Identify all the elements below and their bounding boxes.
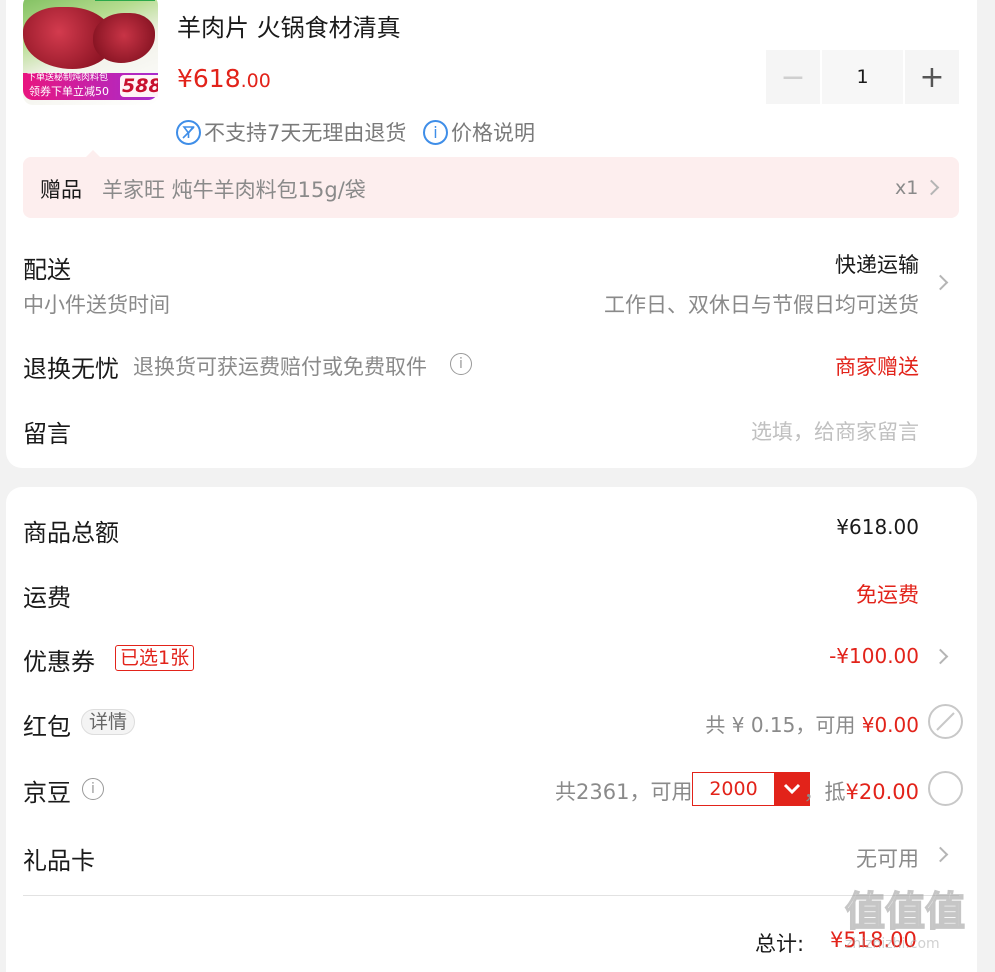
jingdou-suffix: ，抵 [803, 780, 846, 804]
delivery-label: 配送 [23, 256, 71, 284]
giftcard-label: 礼品卡 [23, 847, 95, 875]
product-price: ¥618.00 [177, 64, 271, 93]
promo-bottom-text: 领券下单立减50 [29, 85, 109, 98]
jingdou-prefix: 共2361，可用 [555, 780, 693, 804]
goods-total-value: ¥618.00 [836, 515, 919, 539]
jingdou-select-value: 2000 [709, 778, 758, 800]
no-return-notice: 不支持7天无理由退货 [176, 117, 406, 147]
divider [23, 895, 959, 896]
gift-qty: x1 [895, 177, 919, 199]
quantity-stepper: − 1 + [766, 50, 959, 104]
minus-button[interactable]: − [766, 50, 820, 104]
returns-label: 退换无忧 [23, 355, 119, 383]
jingdou-select[interactable]: 2000 [692, 772, 810, 806]
info-icon[interactable]: i [450, 353, 472, 375]
jingdou-toggle[interactable] [928, 771, 963, 806]
product-thumbnail[interactable]: 下单送秘制炖肉料包 领券下单立减50 588 [23, 0, 158, 105]
price-info-text: 价格说明 [451, 121, 535, 145]
redpacket-summary: 共 ¥ 0.15，可用 ¥0.00 [705, 709, 919, 738]
goods-total-label: 商品总额 [23, 519, 119, 547]
message-input[interactable]: 选填，给商家留言 [751, 416, 919, 446]
watermark-logo: 值值值 zhizhizhi.com [844, 888, 966, 952]
returns-value: 商家赠送 [835, 355, 919, 379]
redpacket-value: ¥0.00 [861, 713, 919, 737]
no-return-text: 不支持7天无理由退货 [204, 121, 407, 145]
giftcard-value: 无可用 [856, 847, 919, 871]
coupon-value: -¥100.00 [829, 644, 919, 668]
price-info-link[interactable]: i 价格说明 [423, 117, 535, 147]
info-icon: i [423, 119, 448, 145]
redpacket-disabled-toggle[interactable] [928, 704, 963, 739]
delivery-method: 快递运输 [835, 253, 919, 277]
gift-label: 赠品 [40, 178, 82, 202]
thumbnail-price-badge: 588 [120, 75, 158, 97]
promo-top-text: 下单送秘制炖肉料包 [27, 73, 109, 83]
jingdou-label: 京豆 [23, 779, 71, 807]
gift-name: 羊家旺 炖牛羊肉料包15g/袋 [102, 178, 366, 202]
thumbnail-top-band [95, 0, 155, 1]
gift-row[interactable]: 赠品 羊家旺 炖牛羊肉料包15g/袋 x1 [23, 157, 959, 218]
total-label: 总计: [755, 932, 805, 956]
delivery-time-value: 工作日、双休日与节假日均可送货 [604, 293, 919, 317]
jingdou-value: ¥20.00 [845, 780, 919, 804]
delivery-time-label: 中小件送货时间 [23, 293, 170, 317]
no-return-icon [176, 119, 201, 145]
jingdou-deduct: ，抵¥20.00 [804, 776, 919, 806]
price-main: ¥618 [177, 64, 241, 93]
info-icon[interactable]: i [82, 778, 104, 800]
message-label: 留言 [23, 420, 71, 448]
redpacket-label: 红包 [23, 713, 71, 741]
product-title[interactable]: 羊肉片 火锅食材清真 [177, 8, 401, 43]
plus-button[interactable]: + [905, 50, 959, 104]
shipping-value: 免运费 [856, 583, 919, 607]
returns-desc: 退换货可获运费赔付或免费取件 [133, 355, 427, 379]
redpacket-detail-button[interactable]: 详情 [81, 709, 136, 735]
coupon-selected-tag: 已选1张 [115, 645, 195, 671]
chevron-right-icon [923, 179, 940, 196]
watermark-site-text: zhizhizhi.com [845, 936, 940, 952]
redpacket-prefix: 共 ¥ 0.15，可用 [705, 713, 862, 737]
meat-image-2 [93, 13, 155, 63]
price-decimal: .00 [240, 70, 271, 92]
coupon-label: 优惠券 [23, 648, 95, 676]
shipping-label: 运费 [23, 584, 71, 612]
quantity-input[interactable]: 1 [822, 50, 903, 104]
watermark-logo-text: 值值值 [844, 888, 966, 936]
